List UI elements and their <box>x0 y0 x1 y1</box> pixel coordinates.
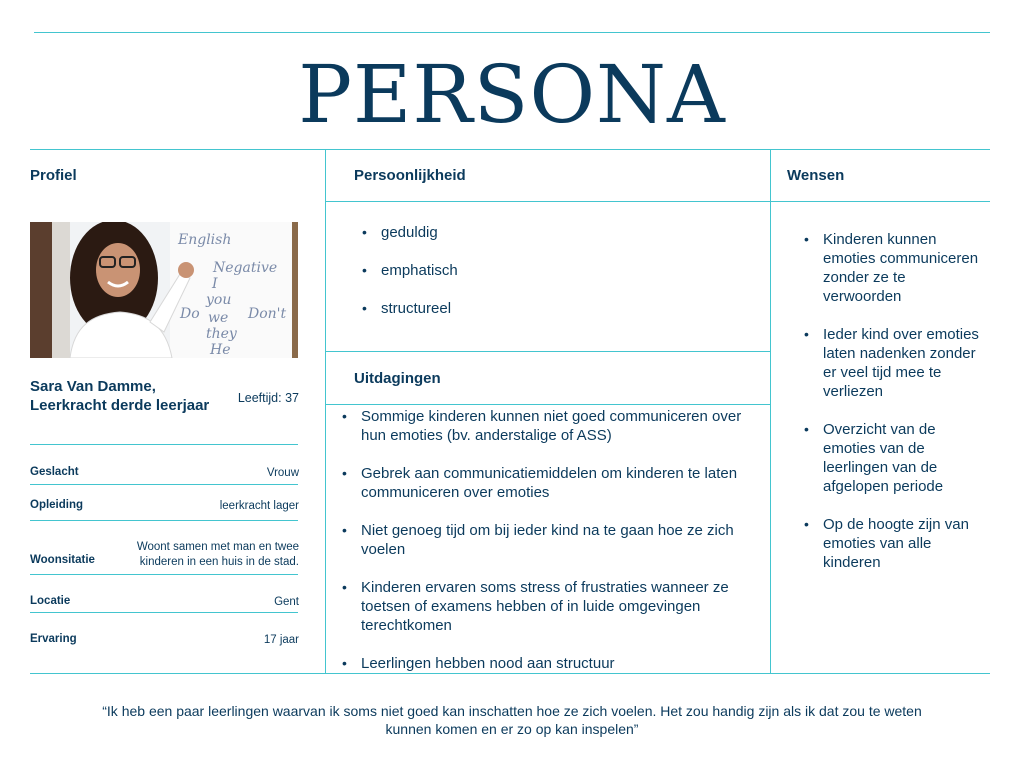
page-title: PERSONA <box>298 48 726 141</box>
list-item: geduldig <box>362 223 751 242</box>
list-item: structureel <box>362 299 751 318</box>
header-bottom-divider <box>325 201 990 202</box>
column-divider-right <box>770 149 771 673</box>
profile-field-divider <box>30 520 298 521</box>
field-label-opleiding: Opleiding <box>30 499 84 511</box>
persona-age: Leeftijd: 37 <box>237 391 299 405</box>
profile-field-divider <box>30 574 298 575</box>
photo-word-english: English <box>177 232 231 248</box>
challenges-list: Sommige kinderen kunnen niet goed commun… <box>342 407 763 673</box>
uitdagingen-bottom-divider <box>325 404 770 405</box>
profile-field-divider <box>30 484 298 485</box>
header-top-divider <box>30 149 990 150</box>
section-header-uitdagingen: Uitdagingen <box>354 370 441 387</box>
uitdagingen-top-divider <box>325 351 770 352</box>
column-header-wensen: Wensen <box>787 167 845 184</box>
photo-word-i: I <box>211 276 218 292</box>
list-item: Niet genoeg tijd om bij ieder kind na te… <box>342 521 763 559</box>
field-label-geslacht: Geslacht <box>30 466 79 478</box>
wishes-list: Kinderen kunnen emoties communiceren zon… <box>804 230 983 572</box>
list-item: Kinderen kunnen emoties communiceren zon… <box>804 230 983 306</box>
list-item: Overzicht van de emoties van de leerling… <box>804 420 983 496</box>
photo-word-we: we <box>208 310 228 326</box>
field-value-opleiding: leerkracht lager <box>219 500 299 512</box>
list-item: Kinderen ervaren soms stress of frustrat… <box>342 578 763 635</box>
profile-field-divider <box>30 612 298 613</box>
top-divider <box>34 32 990 33</box>
photo-word-they: they <box>206 326 238 342</box>
field-value-ervaring: 17 jaar <box>263 634 299 646</box>
photo-word-you: you <box>205 292 231 308</box>
photo-word-do: Do <box>179 306 200 322</box>
field-label-ervaring: Ervaring <box>30 633 77 645</box>
photo-word-negative: Negative <box>212 260 277 276</box>
list-item: Leerlingen hebben nood aan structuur <box>342 654 763 673</box>
field-value-geslacht: Vrouw <box>266 467 299 479</box>
list-item: Op de hoogte zijn van emoties van alle k… <box>804 515 983 572</box>
column-header-profiel: Profiel <box>30 167 77 184</box>
field-label-locatie: Locatie <box>30 595 71 607</box>
photo-word-he: He <box>209 342 231 358</box>
list-item: Sommige kinderen kunnen niet goed commun… <box>342 407 763 445</box>
list-item: Gebrek aan communicatiemiddelen om kinde… <box>342 464 763 502</box>
list-item: emphatisch <box>362 261 751 280</box>
profile-photo: English Negative I you we they Do Don't … <box>30 222 298 358</box>
table-bottom-divider <box>30 673 990 674</box>
profile-name-divider <box>30 444 298 445</box>
persona-name: Sara Van Damme, Leerkracht derde leerjaa… <box>30 378 210 414</box>
field-value-woonsituatie: Woont samen met man en twee kinderen in … <box>136 541 299 568</box>
persona-quote: “Ik heb een paar leerlingen waarvan ik s… <box>102 703 922 737</box>
column-header-persoonlijkheid: Persoonlijkheid <box>354 167 466 184</box>
column-divider-left <box>325 149 326 673</box>
list-item: Ieder kind over emoties laten nadenken z… <box>804 325 983 401</box>
personality-list: geduldig emphatisch structureel <box>362 223 751 318</box>
field-value-locatie: Gent <box>274 596 299 608</box>
photo-word-dont: Don't <box>247 306 287 322</box>
field-label-woonsituatie: Woonsitatie <box>30 554 95 566</box>
